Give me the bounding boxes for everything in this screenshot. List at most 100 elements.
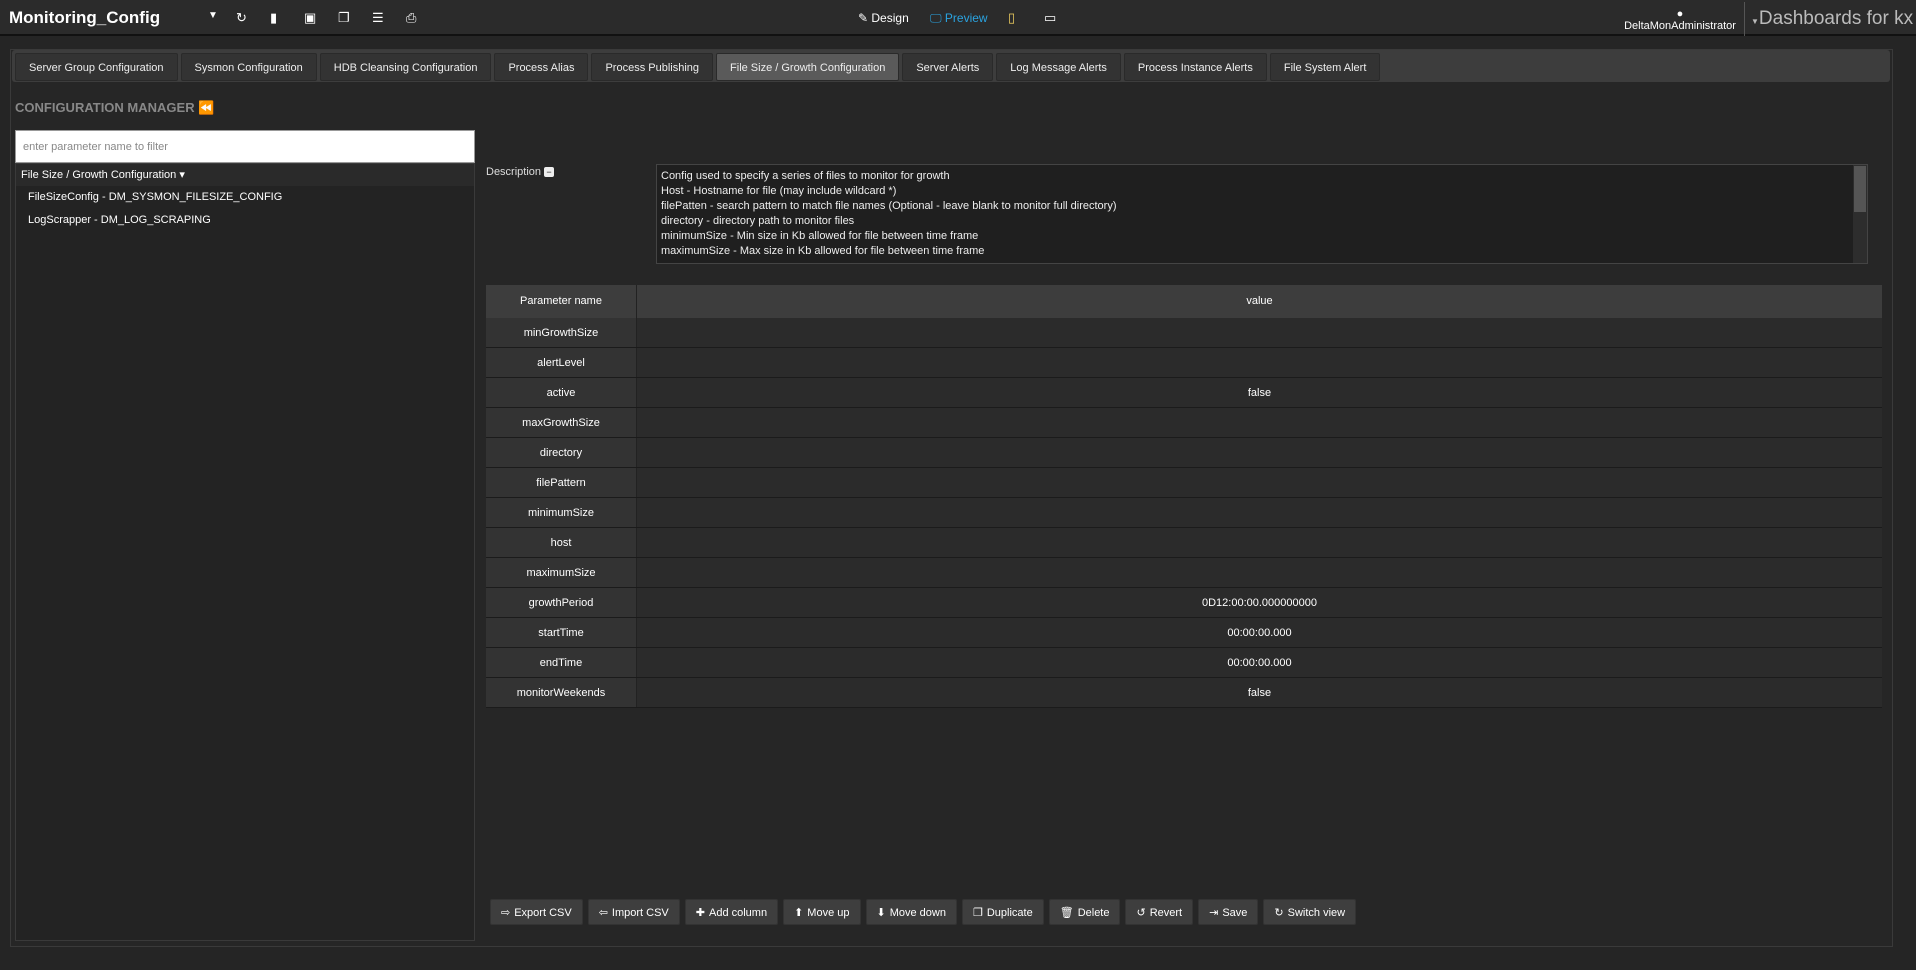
delete-button[interactable]: 🗑 Delete [1048,899,1121,925]
tab-log-message-alerts[interactable]: Log Message Alerts [996,53,1121,81]
save-icon[interactable]: ▣ [304,10,316,26]
button-label: Save [1222,907,1248,919]
design-label: Design [871,11,909,25]
tree-item[interactable]: LogScrapper - DM_LOG_SCRAPING [16,209,474,232]
copy-icon: ❐ [972,907,983,919]
config-manager-label: CONFIGURATION MANAGER [15,100,195,115]
refresh-icon: ↻ [1274,907,1284,919]
param-value-cell[interactable] [637,408,1882,437]
dashboard-dropdown-icon[interactable]: ▼ [208,10,218,21]
param-value-cell[interactable]: false [637,678,1882,707]
move-down-button[interactable]: ⬇ Move down [865,899,957,925]
table-row: active false [486,378,1882,408]
table-row: filePattern [486,468,1882,498]
param-value-cell[interactable] [637,528,1882,557]
table-row: maxGrowthSize [486,408,1882,438]
table-row: maximumSize [486,558,1882,588]
import-csv-button[interactable]: ⇦ Import CSV [587,899,680,925]
duplicate-button[interactable]: ❐ Duplicate [961,899,1044,925]
user-icon: ● [1676,8,1684,20]
export-csv-button[interactable]: ⇨ Export CSV [490,899,583,925]
table-row: endTime 00:00:00.000 [486,648,1882,678]
preview-mode-button[interactable]: 🖵 Preview [930,11,988,26]
arrow-up-icon: ⬆ [794,907,804,919]
collapse-minus-icon[interactable]: − [544,167,555,177]
button-label: Delete [1077,907,1110,919]
button-label: Revert [1149,907,1183,919]
description-line: maximumSize - Max size in Kb allowed for… [661,245,985,257]
filter-input[interactable] [15,130,475,163]
tablet-icon[interactable]: ▯ [1008,10,1015,26]
switch-view-button[interactable]: ↻ Switch view [1263,899,1357,925]
button-label: Add column [708,907,768,919]
header-parameter-name[interactable]: Parameter name [486,285,637,318]
param-name-cell: startTime [486,618,637,647]
export-icon: ⇨ [501,907,511,919]
tree-group-label: File Size / Growth Configuration [21,169,177,181]
param-value-cell[interactable] [637,468,1882,497]
param-value-cell[interactable]: 00:00:00.000 [637,648,1882,677]
table-row: startTime 00:00:00.000 [486,618,1882,648]
table-row: minGrowthSize [486,318,1882,348]
tree-item[interactable]: FileSizeConfig - DM_SYSMON_FILESIZE_CONF… [16,186,474,209]
tab-server-alerts[interactable]: Server Alerts [902,53,994,81]
design-mode-button[interactable]: ✎ Design [858,11,909,25]
save-button[interactable]: ⇥ Save [1198,899,1259,925]
description-line: Config used to specify a series of files… [661,170,950,182]
brand-logo: ▼Dashboards for kx [1744,2,1913,36]
param-name-cell: growthPeriod [486,588,637,617]
param-value-cell[interactable] [637,558,1882,587]
param-value-cell[interactable]: 00:00:00.000 [637,618,1882,647]
tab-server-group-configuration[interactable]: Server Group Configuration [15,53,178,81]
description-label: Description − [486,166,555,178]
tab-process-alias[interactable]: Process Alias [494,53,589,81]
copy-icon[interactable]: ❐ [338,10,350,26]
param-name-cell: maxGrowthSize [486,408,637,437]
save-icon: ⇥ [1209,907,1219,919]
button-label: Switch view [1287,907,1346,919]
user-menu[interactable]: ● DeltaMonAdministrator [1620,8,1740,32]
new-file-icon[interactable]: ▮ [270,10,277,26]
tab-process-instance-alerts[interactable]: Process Instance Alerts [1123,53,1267,81]
config-manager-title: CONFIGURATION MANAGER ⏪ [15,100,214,116]
preview-label: Preview [944,11,988,25]
move-up-button[interactable]: ⬆ Move up [783,899,861,925]
plus-icon: ✚ [695,907,705,919]
param-value-cell[interactable] [637,498,1882,527]
param-name-cell: endTime [486,648,637,677]
tab-process-publishing[interactable]: Process Publishing [591,53,714,81]
import-icon: ⇦ [598,907,608,919]
action-toolbar: ⇨ Export CSV ⇦ Import CSV ✚ Add column ⬆ Move u… [490,899,1357,925]
pdf-icon[interactable]: ⎙ [406,10,416,26]
collapse-icon[interactable]: ⏪ [198,100,214,115]
user-name: DeltaMonAdministrator [1624,20,1736,32]
table-row: host [486,528,1882,558]
scrollbar[interactable] [1853,165,1867,263]
param-name-cell: host [486,528,637,557]
table-row: growthPeriod 0D12:00:00.000000000 [486,588,1882,618]
header-value[interactable]: value [637,285,1882,318]
add-column-button[interactable]: ✚ Add column [684,899,779,925]
param-value-cell[interactable] [637,438,1882,467]
description-line: minimumSize - Min size in Kb allowed for… [661,230,979,242]
param-value-cell[interactable] [637,348,1882,377]
table-row: directory [486,438,1882,468]
param-name-cell: directory [486,438,637,467]
tab-file-system-alert[interactable]: File System Alert [1269,53,1381,81]
tab-hdb-cleansing-configuration[interactable]: HDB Cleansing Configuration [319,53,492,81]
description-line: Host - Hostname for file (may include wi… [661,185,897,197]
tablet-landscape-icon[interactable]: ▭ [1044,10,1056,26]
param-value-cell[interactable] [637,318,1882,347]
tab-sysmon-configuration[interactable]: Sysmon Configuration [180,53,317,81]
arrow-down-icon: ⬇ [876,907,886,919]
list-icon[interactable]: ☰ [372,10,384,26]
refresh-icon[interactable]: ↻ [236,10,247,26]
tab-file-size-growth-configuration[interactable]: File Size / Growth Configuration [716,53,900,81]
param-value-cell[interactable]: false [637,378,1882,407]
description-textarea[interactable]: Config used to specify a series of files… [656,164,1868,264]
param-value-cell[interactable]: 0D12:00:00.000000000 [637,588,1882,617]
tree-group[interactable]: File Size / Growth Configuration ▾ [16,164,474,186]
revert-button[interactable]: ↺ Revert [1125,899,1194,925]
param-name-cell: filePattern [486,468,637,497]
grid-header: Parameter name value [486,285,1882,318]
